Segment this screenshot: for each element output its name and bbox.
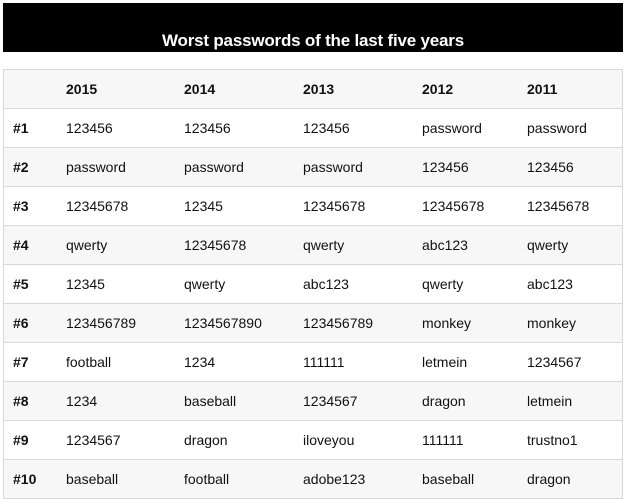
page-title: Worst passwords of the last five years (162, 31, 464, 50)
password-cell: 1234567 (66, 420, 184, 460)
table-row: #8 1234 baseball 1234567 dragon letmein (4, 381, 622, 421)
password-cell: 12345678 (422, 186, 527, 226)
password-cell: 1234567 (303, 381, 422, 421)
password-cell: dragon (184, 420, 303, 460)
password-cell: qwerty (527, 225, 622, 265)
password-cell: 12345678 (184, 225, 303, 265)
password-cell: 111111 (422, 420, 527, 460)
password-cell: 1234 (66, 381, 184, 421)
rank-cell: #5 (4, 264, 66, 304)
password-cell: password (303, 147, 422, 187)
rank-cell: #9 (4, 420, 66, 460)
table-header-row: 2015 2014 2013 2012 2011 (4, 70, 622, 109)
password-cell: password (66, 147, 184, 187)
table-row: #10 baseball football adobe123 baseball … (4, 459, 622, 499)
rank-cell: #2 (4, 147, 66, 187)
column-header: 2013 (303, 70, 422, 109)
password-cell: qwerty (422, 264, 527, 304)
password-cell: letmein (527, 381, 622, 421)
password-cell: trustno1 (527, 420, 622, 460)
password-cell: 12345 (184, 186, 303, 226)
password-cell: 12345678 (66, 186, 184, 226)
password-cell: monkey (422, 303, 527, 343)
column-header (4, 70, 66, 109)
column-header: 2015 (66, 70, 184, 109)
column-header: 2014 (184, 70, 303, 109)
password-cell: dragon (527, 459, 622, 499)
table-row: #2 password password password 123456 123… (4, 147, 622, 187)
password-cell: monkey (527, 303, 622, 343)
password-cell: 123456789 (303, 303, 422, 343)
password-cell: 12345 (66, 264, 184, 304)
password-cell: 12345678 (527, 186, 622, 226)
password-cell: 123456 (66, 108, 184, 148)
password-cell: 1234 (184, 342, 303, 382)
password-cell: iloveyou (303, 420, 422, 460)
password-cell: 111111 (303, 342, 422, 382)
table-row: #1 123456 123456 123456 password passwor… (4, 108, 622, 148)
table-row: #6 123456789 1234567890 123456789 monkey… (4, 303, 622, 343)
table-row: #9 1234567 dragon iloveyou 111111 trustn… (4, 420, 622, 460)
password-cell: 123456789 (66, 303, 184, 343)
password-cell: password (527, 108, 622, 148)
password-cell: football (66, 342, 184, 382)
password-cell: baseball (66, 459, 184, 499)
password-cell: abc123 (422, 225, 527, 265)
table-row: #5 12345 qwerty abc123 qwerty abc123 (4, 264, 622, 304)
password-cell: qwerty (303, 225, 422, 265)
rank-cell: #3 (4, 186, 66, 226)
table-row: #3 12345678 12345 12345678 12345678 1234… (4, 186, 622, 226)
password-cell: 12345678 (303, 186, 422, 226)
rank-cell: #1 (4, 108, 66, 148)
password-cell: football (184, 459, 303, 499)
password-cell: password (184, 147, 303, 187)
password-cell: qwerty (66, 225, 184, 265)
password-cell: 123456 (527, 147, 622, 187)
password-cell: abc123 (527, 264, 622, 304)
password-cell: password (422, 108, 527, 148)
passwords-table: 2015 2014 2013 2012 2011 #1 123456 12345… (4, 70, 622, 499)
rank-cell: #10 (4, 459, 66, 499)
title-banner: Worst passwords of the last five years (3, 3, 623, 52)
rank-cell: #8 (4, 381, 66, 421)
rank-cell: #7 (4, 342, 66, 382)
password-cell: abc123 (303, 264, 422, 304)
passwords-table-container: 2015 2014 2013 2012 2011 #1 123456 12345… (3, 69, 623, 499)
password-cell: baseball (422, 459, 527, 499)
table-row: #7 football 1234 111111 letmein 1234567 (4, 342, 622, 382)
rank-cell: #6 (4, 303, 66, 343)
password-cell: qwerty (184, 264, 303, 304)
password-cell: 1234567 (527, 342, 622, 382)
column-header: 2012 (422, 70, 527, 109)
password-cell: 123456 (303, 108, 422, 148)
rank-cell: #4 (4, 225, 66, 265)
password-cell: 123456 (422, 147, 527, 187)
password-cell: letmein (422, 342, 527, 382)
table-row: #4 qwerty 12345678 qwerty abc123 qwerty (4, 225, 622, 265)
password-cell: 123456 (184, 108, 303, 148)
password-cell: adobe123 (303, 459, 422, 499)
password-cell: baseball (184, 381, 303, 421)
password-cell: 1234567890 (184, 303, 303, 343)
column-header: 2011 (527, 70, 622, 109)
password-cell: dragon (422, 381, 527, 421)
